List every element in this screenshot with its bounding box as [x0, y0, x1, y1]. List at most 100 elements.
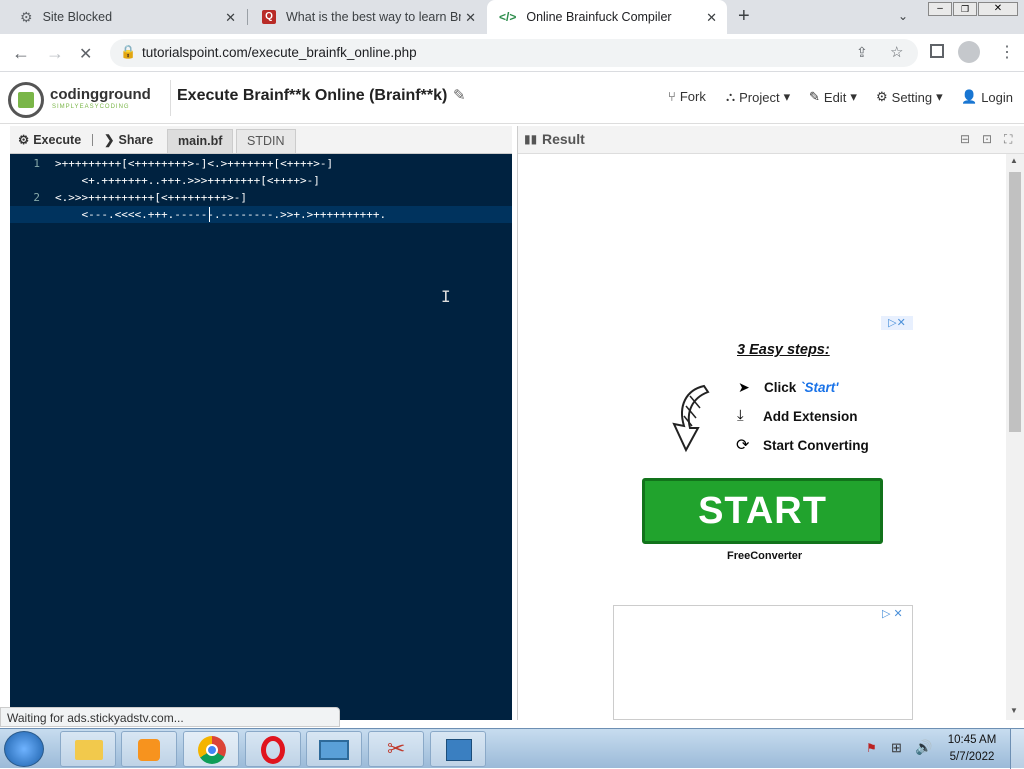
network-icon[interactable]: ⊞	[891, 740, 902, 756]
clock-time[interactable]: 10:45 AM	[941, 734, 1003, 746]
profile-avatar-icon[interactable]	[958, 41, 980, 63]
tab-brainfuck-compiler[interactable]: </> Online Brainfuck Compiler ✕	[487, 0, 727, 34]
execute-label: Execute	[33, 132, 82, 147]
code-editor[interactable]: 1 >+++++++++[<++++++++>-]<.>+++++++[<+++…	[10, 154, 512, 720]
code-line: >+++++++++[<++++++++>-]<.>+++++++[<++++>…	[55, 157, 334, 170]
line-number: 2	[33, 191, 40, 204]
second-ad-frame: ▷ ✕	[613, 605, 913, 720]
logo-emblem-icon	[8, 82, 44, 118]
project-label: Project	[739, 89, 780, 105]
refresh-icon: ⟳	[736, 437, 750, 454]
text-cursor	[209, 207, 210, 222]
setting-menu[interactable]: ⚙ Setting ▾	[876, 89, 943, 105]
project-menu[interactable]: ⛬ Project ▾	[726, 89, 790, 105]
result-scrollbar[interactable]: ▲ ▼	[1006, 154, 1024, 720]
quora-icon: Q	[262, 10, 276, 24]
back-arrow-icon[interactable]: ←	[12, 43, 30, 64]
address-toolbar: ← → ✕ 🔒 tutorialspoint.com/execute_brain…	[0, 34, 1024, 72]
bookmark-star-icon[interactable]: ☆	[890, 43, 903, 61]
editor-panel: ⚙ Execute ❯ Share main.bf STDIN 1 >+++++++…	[10, 126, 512, 720]
ad-step-3: Start Converting	[763, 438, 869, 453]
setting-label: Setting	[891, 89, 933, 105]
page-title: Execute Brainf**k Online (Brainf**k)	[177, 87, 448, 104]
close-icon[interactable]: ✕	[225, 10, 236, 26]
more-menu-icon[interactable]: ⋮	[999, 42, 1015, 62]
tab-quora[interactable]: Q What is the best way to learn Bra ✕	[250, 0, 486, 34]
start-orb-icon[interactable]	[4, 731, 44, 767]
curved-arrow-icon	[672, 384, 710, 453]
ad-brand: FreeConverter	[727, 550, 803, 562]
share-label: Share	[118, 132, 154, 147]
caret-down-icon: ▾	[936, 89, 943, 104]
ad-step-1: Click `Start'	[764, 380, 839, 395]
tab-title: Online Brainfuck Compiler	[526, 10, 672, 24]
result-title: Result	[542, 131, 585, 147]
tab-site-blocked[interactable]: ⚙ Site Blocked ✕	[8, 0, 246, 34]
close-icon[interactable]: ✕	[706, 10, 717, 26]
snipping-tool-icon[interactable]: ✂	[368, 731, 424, 767]
step1-link[interactable]: `Start'	[800, 380, 838, 395]
start-button[interactable]: START	[642, 478, 883, 544]
new-tab-plus-icon[interactable]: +	[738, 5, 750, 28]
login-label: Login	[981, 89, 1013, 105]
control-panel-icon[interactable]	[430, 731, 486, 767]
scroll-thumb[interactable]	[1009, 172, 1021, 432]
url-text: tutorialspoint.com/execute_brainfk_onlin…	[142, 45, 417, 60]
caret-down-icon: ▾	[783, 89, 791, 104]
codingground-logo[interactable]: codingground SIMPLYEASYCODING	[6, 76, 166, 122]
i-beam-cursor-icon: I	[441, 287, 451, 306]
site-header: codingground SIMPLYEASYCODING Execute Br…	[0, 72, 1024, 124]
tab-main-bf[interactable]: main.bf	[167, 129, 234, 153]
fullscreen-icon[interactable]: ⛶	[1004, 132, 1012, 147]
status-bubble: Waiting for ads.stickyadstv.com...	[0, 707, 340, 727]
side-panel-icon[interactable]	[930, 44, 944, 58]
tab-title: What is the best way to learn Bra	[286, 10, 461, 24]
result-panel: ▮▮ Result ⊟ ⊡ ⛶ ▷✕ 3 Easy steps: ➤ Click…	[517, 126, 1024, 720]
show-desktop-button[interactable]	[1010, 729, 1024, 769]
share-icon[interactable]: ⇪	[856, 44, 868, 61]
media-player-icon[interactable]	[121, 731, 177, 767]
close-icon[interactable]: ✕	[465, 10, 476, 26]
bar-chart-icon: ▮▮	[524, 132, 538, 146]
line-number: 1	[33, 157, 40, 170]
restore-panel-icon[interactable]: ⊡	[982, 132, 992, 146]
tab-title: Site Blocked	[42, 10, 113, 24]
restore-icon[interactable]: ❐	[953, 2, 977, 16]
volume-icon[interactable]: 🔊	[915, 739, 932, 756]
execute-button[interactable]: ⚙ Execute	[18, 132, 82, 148]
file-explorer-icon[interactable]	[60, 731, 116, 767]
share-button[interactable]: ❯ Share	[104, 132, 154, 148]
collapse-icon[interactable]: ⊟	[960, 132, 970, 146]
tab-stdin[interactable]: STDIN	[236, 129, 296, 153]
stop-loading-icon[interactable]: ✕	[79, 44, 92, 64]
fork-menu[interactable]: ⑂ Fork	[668, 89, 706, 104]
forward-arrow-icon[interactable]: →	[46, 43, 64, 64]
photo-viewer-icon[interactable]	[306, 731, 362, 767]
gear-icon: ⚙	[876, 89, 888, 104]
edit-menu[interactable]: ✎ Edit ▾	[809, 89, 857, 105]
clock-date[interactable]: 5/7/2022	[941, 751, 1003, 763]
window-close-icon[interactable]: ✕	[978, 2, 1018, 16]
minimize-icon[interactable]: –	[928, 2, 952, 16]
tab-search-chevron-icon[interactable]: ⌄	[898, 9, 908, 23]
ad-step-2: Add Extension	[763, 409, 858, 424]
edit-title-icon[interactable]: ✎	[453, 86, 466, 104]
cursor-arrow-icon: ➤	[738, 379, 750, 395]
login-link[interactable]: 👤 Login	[961, 89, 1013, 105]
edit-label: Edit	[823, 89, 847, 105]
ad-heading: 3 Easy steps:	[737, 342, 830, 358]
code-icon: </>	[499, 10, 517, 24]
chrome-icon[interactable]	[183, 731, 239, 767]
gear-icon: ⚙	[18, 133, 30, 147]
tab-separator	[247, 9, 248, 25]
opera-icon[interactable]	[245, 731, 301, 767]
ad-choices-icon[interactable]: ▷✕	[881, 316, 913, 330]
ad-choices-icon[interactable]: ▷ ✕	[882, 607, 903, 620]
code-line: <---.<<<<.+++.------.--------.>>+.>+++++…	[55, 208, 387, 221]
project-icon: ⛬	[726, 89, 736, 104]
windows-taskbar: ✂ ⚑ ⊞ 🔊 10:45 AM 5/7/2022	[0, 728, 1024, 769]
browser-tab-bar: ⚙ Site Blocked ✕ Q What is the best way …	[0, 0, 1024, 34]
editor-toolbar: ⚙ Execute ❯ Share main.bf STDIN	[10, 126, 512, 154]
action-center-flag-icon[interactable]: ⚑	[866, 741, 877, 755]
address-bar[interactable]: 🔒 tutorialspoint.com/execute_brainfk_onl…	[110, 39, 918, 67]
